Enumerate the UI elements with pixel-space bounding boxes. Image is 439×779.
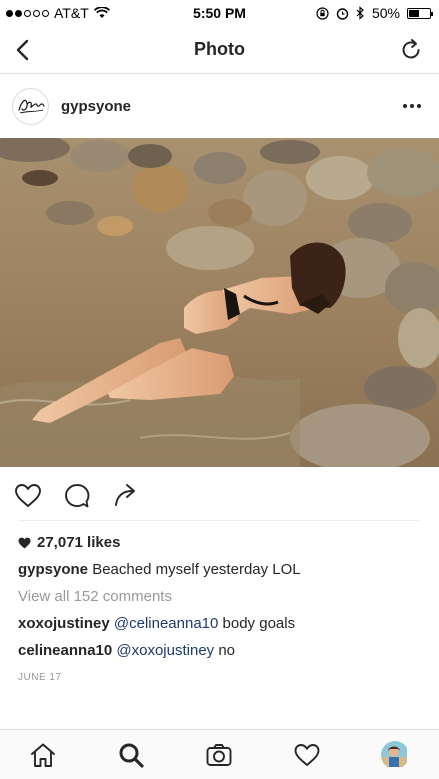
nav-bar: Photo xyxy=(0,26,439,74)
post-photo[interactable] xyxy=(0,138,439,467)
caption-username[interactable]: gypsyone xyxy=(18,561,88,578)
post-username[interactable]: gypsyone xyxy=(61,98,131,115)
caption-text: Beached myself yesterday LOL xyxy=(92,561,301,578)
comment-username[interactable]: xoxojustiney xyxy=(18,615,110,632)
more-dot xyxy=(410,104,414,108)
home-icon[interactable] xyxy=(29,741,57,769)
comment-row: celineanna10 @xoxojustiney no xyxy=(18,642,235,659)
battery-icon xyxy=(407,7,433,19)
profile-icon xyxy=(381,741,407,767)
more-dot xyxy=(403,104,407,108)
comment-text: no xyxy=(218,642,236,659)
heart-icon[interactable] xyxy=(13,481,43,511)
camera-icon[interactable] xyxy=(205,741,233,769)
likes-label: 27,071 likes xyxy=(37,534,121,551)
post-date: JUNE 17 xyxy=(18,672,62,683)
activity-heart-icon[interactable] xyxy=(293,741,321,769)
likes-count[interactable]: 27,071 likes xyxy=(18,534,120,551)
rotation-lock-icon xyxy=(316,6,329,20)
comment-row: xoxojustiney @celineanna10 body goals xyxy=(18,615,295,632)
comment-mention[interactable]: @xoxojustiney xyxy=(116,642,214,659)
post-header: gypsyone xyxy=(0,76,439,138)
comment-mention[interactable]: @celineanna10 xyxy=(114,615,218,632)
caption: gypsyone Beached myself yesterday LOL xyxy=(18,561,301,578)
comment-text: body goals xyxy=(222,615,296,632)
comment-icon[interactable] xyxy=(62,481,92,511)
share-icon[interactable] xyxy=(112,481,142,511)
page-title: Photo xyxy=(194,39,245,59)
refresh-icon[interactable] xyxy=(399,38,423,62)
signature-logo-icon xyxy=(18,99,45,114)
alarm-icon xyxy=(336,7,349,20)
actions-divider xyxy=(18,520,421,521)
comment-username[interactable]: celineanna10 xyxy=(18,642,112,659)
view-all-comments-link[interactable]: View all 152 comments xyxy=(18,588,172,605)
profile-avatar-tab[interactable] xyxy=(381,741,409,769)
status-right: 50% xyxy=(316,5,433,21)
battery-percent: 50% xyxy=(371,5,400,21)
beach-photo-image xyxy=(0,138,439,467)
battery-fill xyxy=(409,9,419,17)
search-icon[interactable] xyxy=(117,741,145,769)
more-icon[interactable] xyxy=(403,104,421,108)
status-bar: AT&T 5:50 PM 50% xyxy=(0,0,439,26)
tab-bar xyxy=(0,729,439,779)
more-dot xyxy=(417,104,421,108)
bluetooth-icon xyxy=(356,6,364,20)
avatar[interactable] xyxy=(12,88,49,125)
heart-small-icon xyxy=(18,537,31,548)
post-actions xyxy=(0,477,439,513)
